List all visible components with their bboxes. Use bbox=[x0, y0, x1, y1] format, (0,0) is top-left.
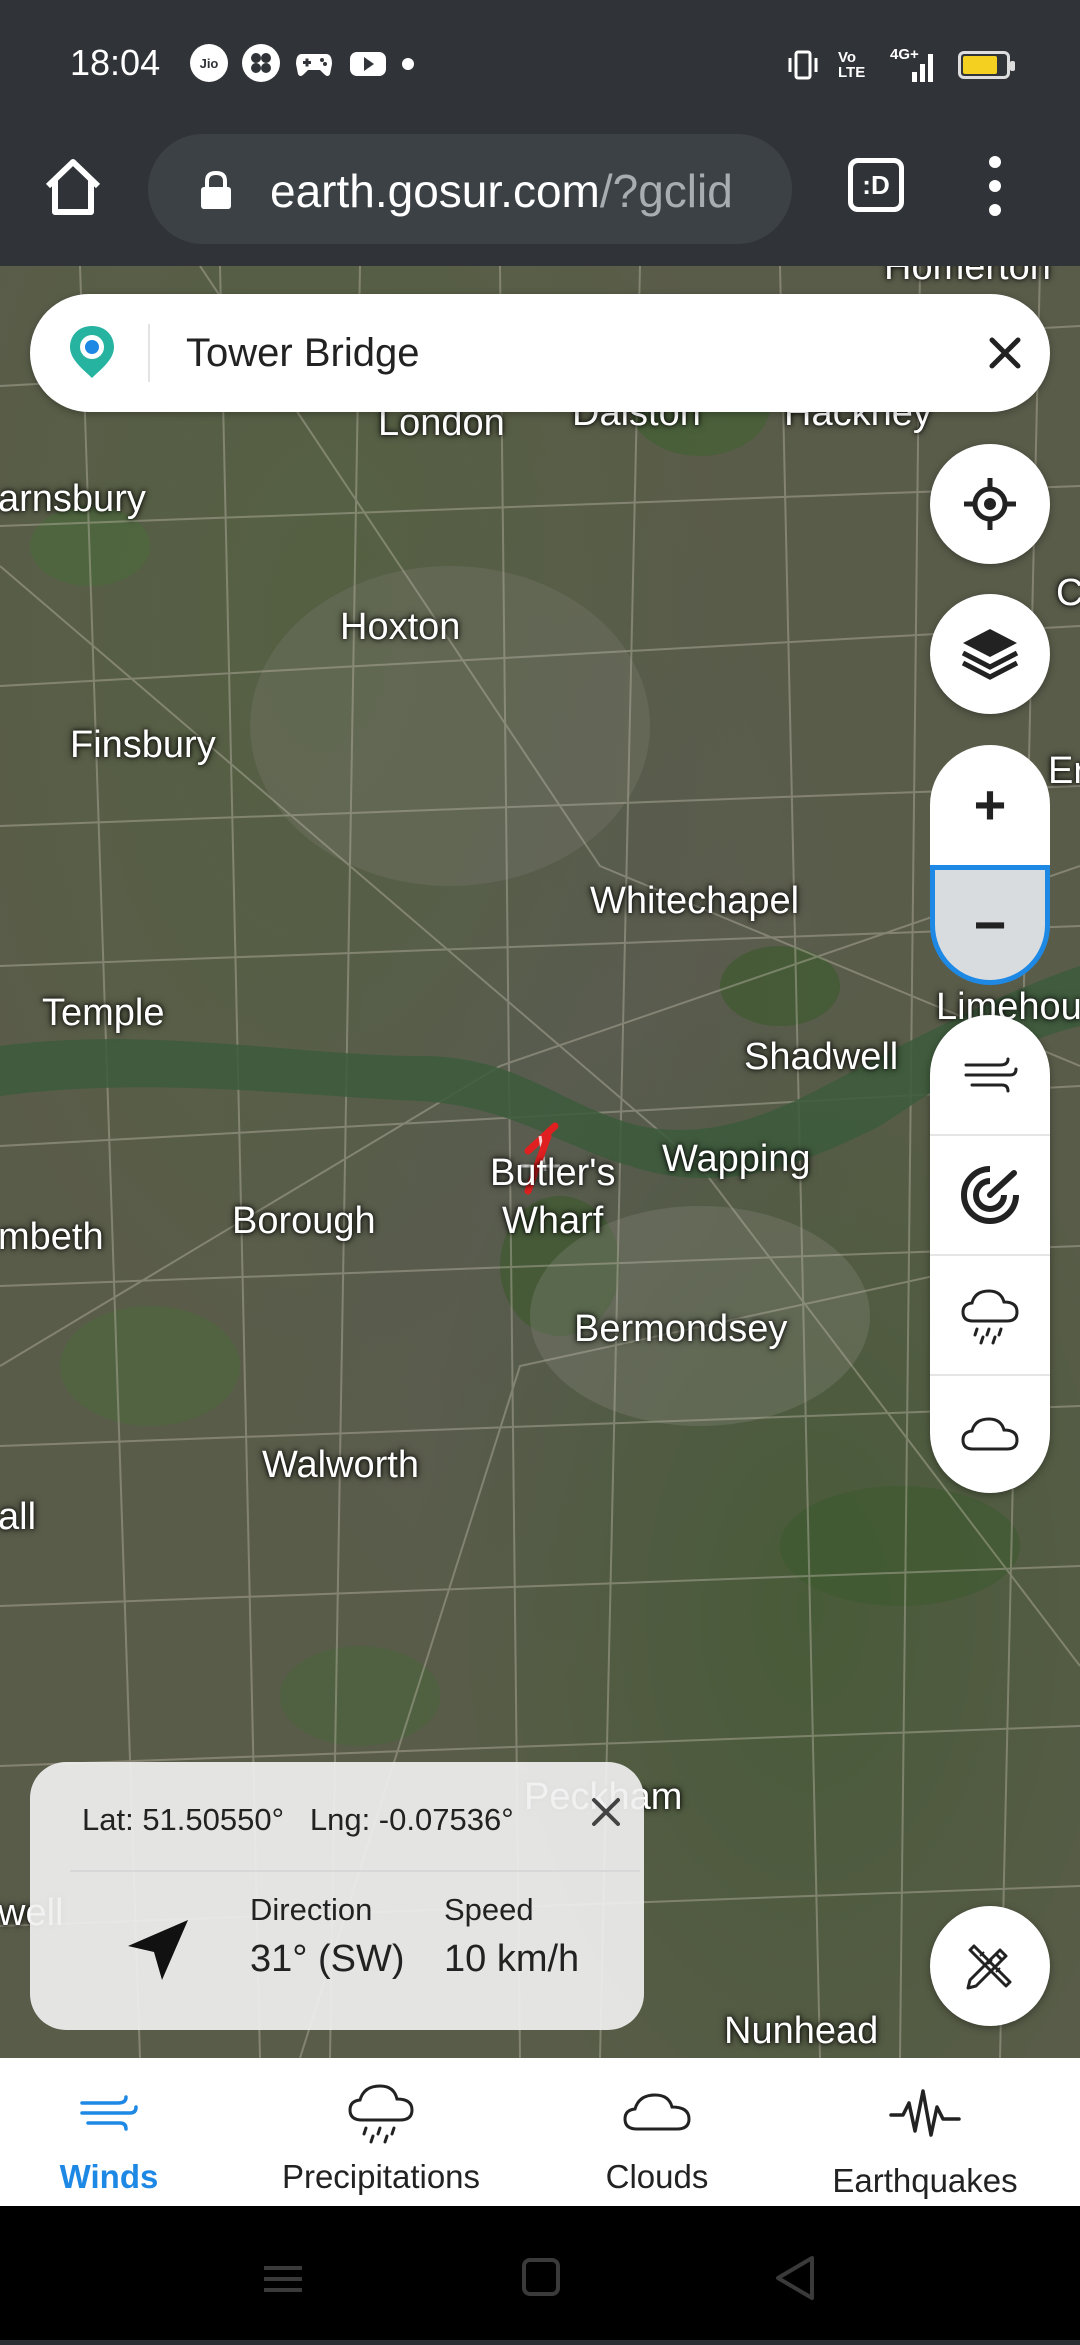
rain-cloud-icon bbox=[961, 1289, 1019, 1345]
cloud-icon bbox=[961, 1417, 1019, 1451]
nav-precipitations[interactable]: Precipitations bbox=[246, 2058, 516, 2206]
place-label: Whitechapel bbox=[590, 880, 800, 922]
status-time: 18:04 bbox=[70, 42, 161, 83]
precipitation-layer-button[interactable] bbox=[930, 1255, 1050, 1375]
pencil-ruler-icon bbox=[966, 1944, 1012, 1990]
vibrate-icon bbox=[786, 48, 820, 82]
speed-label: Speed bbox=[444, 1892, 534, 1927]
search-input[interactable] bbox=[186, 324, 926, 382]
browser-toolbar: earth.gosur.com/?gclid :D bbox=[0, 128, 1080, 266]
home-nav-icon[interactable] bbox=[522, 2258, 560, 2296]
wind-direction-arrow-icon bbox=[128, 1920, 188, 1980]
place-label: Walworth bbox=[262, 1444, 419, 1486]
draw-tool-button[interactable] bbox=[930, 1906, 1050, 2026]
clear-search-icon[interactable] bbox=[980, 328, 1030, 378]
tabs-button[interactable]: :D bbox=[848, 158, 904, 212]
minus-icon: − bbox=[973, 893, 1007, 956]
layers-button[interactable] bbox=[930, 594, 1050, 714]
radar-icon bbox=[961, 1166, 1019, 1224]
speed-value: 10 km/h bbox=[444, 1938, 580, 1980]
longitude-value: Lng: -0.07536° bbox=[309, 1802, 514, 1837]
youtube-icon bbox=[348, 44, 388, 82]
cloud-icon bbox=[623, 2093, 691, 2131]
nav-earthquakes[interactable]: Earthquakes bbox=[790, 2058, 1060, 2206]
place-label: Wharf bbox=[502, 1200, 604, 1242]
url-text: earth.gosur.com/?gclid bbox=[270, 164, 770, 218]
direction-value: 31° (SW) bbox=[250, 1938, 405, 1980]
place-label: Wapping bbox=[662, 1138, 811, 1180]
location-info-card: Lat: 51.50550° Lng: -0.07536° Direction … bbox=[30, 1762, 644, 2030]
url-path: /?gclid bbox=[599, 165, 733, 217]
place-label: all bbox=[0, 1496, 37, 1538]
overflow-menu-button[interactable] bbox=[980, 156, 1010, 216]
close-card-icon[interactable] bbox=[586, 1792, 626, 1832]
place-label: Bermondsey bbox=[574, 1308, 788, 1350]
place-label: Butler's bbox=[490, 1152, 616, 1194]
app-icon bbox=[242, 44, 280, 82]
home-button[interactable] bbox=[40, 154, 106, 220]
plus-icon: + bbox=[973, 773, 1007, 836]
place-label: Nunhead bbox=[724, 2010, 879, 2052]
wind-icon bbox=[80, 2095, 138, 2131]
direction-label: Direction bbox=[250, 1892, 373, 1927]
place-label: mbeth bbox=[0, 1216, 104, 1258]
place-label: Homerton bbox=[884, 266, 1051, 288]
place-label: Finsbury bbox=[70, 724, 216, 766]
radar-layer-button[interactable] bbox=[930, 1135, 1050, 1255]
place-label: Hoxton bbox=[340, 606, 461, 648]
place-label: Temple bbox=[42, 992, 165, 1034]
signal-icon: 4G+ bbox=[890, 46, 940, 84]
dot-icon bbox=[402, 58, 414, 70]
url-bar[interactable]: earth.gosur.com/?gclid bbox=[148, 134, 792, 244]
notification-icons: Jio bbox=[190, 44, 414, 82]
place-label: Shadwell bbox=[744, 1036, 899, 1078]
battery-icon bbox=[958, 51, 1015, 79]
gosur-logo-icon bbox=[70, 326, 114, 378]
latitude-value: Lat: 51.50550° bbox=[82, 1802, 285, 1837]
system-navigation-bar bbox=[0, 2206, 1080, 2340]
place-label: Borough bbox=[232, 1200, 376, 1242]
search-divider bbox=[148, 324, 150, 382]
wind-icon bbox=[964, 1057, 1018, 1093]
target-icon bbox=[964, 478, 1016, 530]
home-icon bbox=[45, 159, 101, 215]
weather-layer-controls bbox=[930, 1015, 1050, 1493]
place-label: C bbox=[1056, 572, 1080, 614]
back-nav-icon[interactable] bbox=[776, 2256, 814, 2300]
gamepad-icon bbox=[294, 44, 334, 82]
place-label: arnsbury bbox=[0, 478, 146, 520]
zoom-in-button[interactable]: + bbox=[930, 745, 1050, 865]
card-divider bbox=[70, 1870, 640, 1872]
zoom-controls: + − bbox=[930, 745, 1050, 985]
status-bar: 18:04 Jio Vo LTE 4G+ bbox=[0, 0, 1080, 128]
volte-icon: Vo LTE bbox=[838, 49, 866, 81]
nav-clouds[interactable]: Clouds bbox=[522, 2058, 792, 2206]
coordinates: Lat: 51.50550° Lng: -0.07536° bbox=[82, 1802, 514, 1838]
nav-winds[interactable]: Winds bbox=[0, 2058, 244, 2206]
nav-label: Precipitations bbox=[281, 2158, 481, 2195]
url-host: earth.gosur.com bbox=[270, 165, 600, 217]
nav-label: Earthquakes bbox=[832, 2162, 1018, 2199]
wind-layer-button[interactable] bbox=[930, 1015, 1050, 1135]
lock-icon bbox=[201, 170, 231, 209]
bottom-navigation: Winds Precipitations Clouds Earthquakes bbox=[0, 2058, 1080, 2206]
seismograph-icon bbox=[889, 2089, 961, 2137]
locate-me-button[interactable] bbox=[930, 444, 1050, 564]
nav-label: Winds bbox=[59, 2158, 159, 2195]
nav-label: Clouds bbox=[605, 2158, 709, 2195]
clouds-layer-button[interactable] bbox=[930, 1375, 1050, 1495]
layers-icon bbox=[961, 629, 1019, 680]
zoom-out-button[interactable]: − bbox=[930, 865, 1050, 985]
search-bar bbox=[30, 294, 1050, 412]
menu-nav-icon[interactable] bbox=[264, 2266, 302, 2292]
rain-cloud-icon bbox=[348, 2084, 414, 2144]
system-status-icons: Vo LTE 4G+ bbox=[786, 46, 1015, 84]
place-label: Er bbox=[1048, 750, 1080, 792]
jio-icon: Jio bbox=[190, 44, 228, 82]
